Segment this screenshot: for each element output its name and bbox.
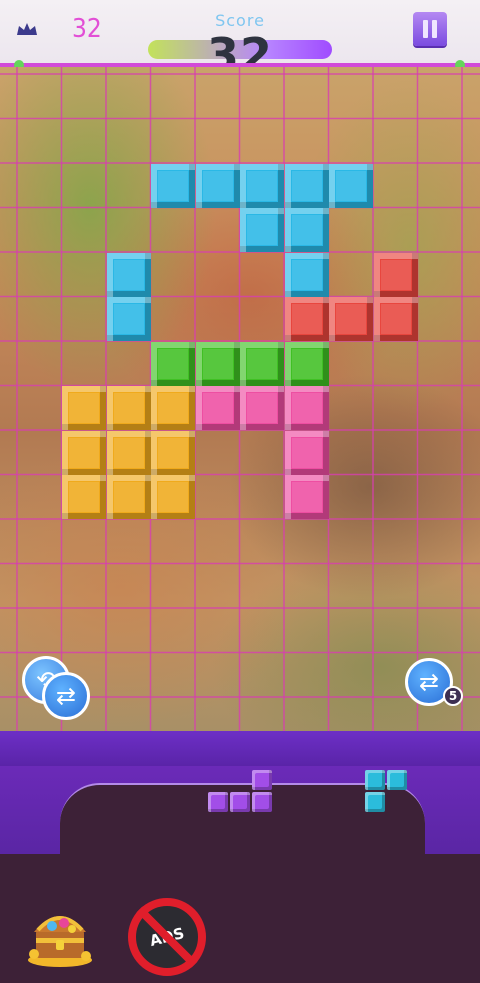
block-red — [373, 297, 418, 341]
treasure-chest-icon[interactable] — [24, 896, 96, 968]
block-red — [373, 252, 418, 297]
block-cyan — [240, 163, 284, 208]
block-cyan — [106, 297, 151, 341]
block-yellow — [151, 475, 195, 519]
game-board[interactable] — [0, 67, 480, 732]
block-cyan — [329, 163, 373, 208]
block-pink — [284, 430, 329, 475]
block-cyan — [284, 252, 329, 297]
block-cyan — [284, 208, 329, 252]
tray-band — [0, 731, 480, 766]
swap-arrows-icon: ⇄ — [418, 668, 440, 696]
block-cyan — [151, 163, 195, 208]
swap-count-badge: 5 — [443, 686, 463, 706]
block-yellow — [62, 475, 106, 519]
cyan-corner-piece-block[interactable] — [387, 770, 407, 790]
block-red — [329, 297, 373, 341]
block-yellow — [106, 475, 151, 519]
block-pink — [284, 386, 329, 430]
block-cyan — [240, 208, 284, 252]
pause-icon-bar — [432, 20, 437, 38]
block-pink — [195, 386, 240, 430]
swap-arrows-icon: ⇄ — [55, 682, 77, 710]
block-yellow — [151, 430, 195, 475]
block-pink — [240, 386, 284, 430]
block-yellow — [62, 430, 106, 475]
block-green — [195, 341, 240, 386]
block-yellow — [106, 386, 151, 430]
block-cyan — [195, 163, 240, 208]
pause-button[interactable] — [413, 12, 447, 46]
swap-button-left[interactable]: ⇄ — [42, 672, 90, 720]
cyan-corner-piece-block[interactable] — [365, 792, 385, 812]
no-ads-button[interactable]: ADS — [128, 898, 206, 976]
block-green — [151, 341, 195, 386]
piece-tray — [60, 783, 425, 983]
purple-l-piece-block[interactable] — [230, 792, 250, 812]
purple-l-piece-block[interactable] — [252, 770, 272, 790]
block-cyan — [284, 163, 329, 208]
block-red — [284, 297, 329, 341]
block-green — [284, 341, 329, 386]
block-yellow — [151, 386, 195, 430]
cyan-corner-piece-block[interactable] — [365, 770, 385, 790]
block-pink — [284, 475, 329, 519]
block-cyan — [106, 252, 151, 297]
purple-l-piece-block[interactable] — [252, 792, 272, 812]
block-green — [240, 341, 284, 386]
block-yellow — [62, 386, 106, 430]
top-bar: 32 Score 32 — [0, 0, 480, 82]
pause-icon-bar — [423, 20, 428, 38]
block-yellow — [106, 430, 151, 475]
purple-l-piece-block[interactable] — [208, 792, 228, 812]
